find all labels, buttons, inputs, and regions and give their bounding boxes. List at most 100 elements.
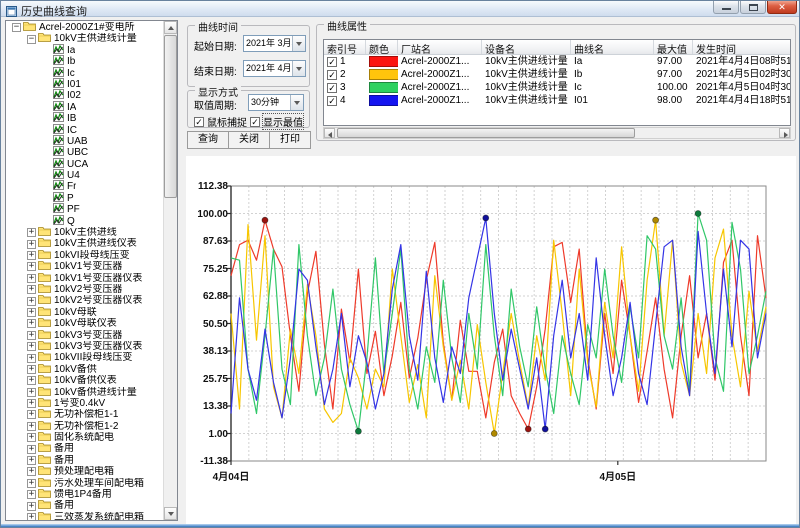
tree-item[interactable]: +10kV1号变压器仪表 [6,273,163,284]
tree-item[interactable]: +10kV备供进线计量 [6,387,163,398]
expand-icon[interactable]: + [27,376,36,385]
table-row[interactable]: ✓1Acrel-2000Z1...10kV主供进线计量Ia97.002021年4… [324,55,790,68]
expand-icon[interactable]: + [27,285,36,294]
tree-item[interactable]: +固化系统配电 [6,432,163,443]
tree-item[interactable]: IA [6,102,163,113]
chevron-down-icon[interactable] [290,95,303,110]
close-dialog-button[interactable]: 关闭 [228,131,270,149]
tree-item[interactable]: +10kV2号变压器仪表 [6,295,163,306]
tree-item[interactable]: +馈电1P4备用 [6,489,163,500]
expand-icon[interactable]: + [27,262,36,271]
tree-item[interactable]: +10kV1号变压器 [6,261,163,272]
expand-icon[interactable]: + [27,228,36,237]
tree-item[interactable]: I02 [6,90,163,101]
collapse-icon[interactable]: − [27,35,36,44]
tree-scrollbar[interactable] [163,21,177,520]
expand-icon[interactable]: + [27,354,36,363]
tree-item[interactable]: +无功补偿柜1-1 [6,409,163,420]
tree-item[interactable]: +10kV3号变压器仪表 [6,341,163,352]
expand-icon[interactable]: + [27,388,36,397]
expand-icon[interactable]: + [27,297,36,306]
expand-icon[interactable]: + [27,445,36,454]
tree-item[interactable]: +10kV3号变压器 [6,330,163,341]
table-hscrollbar-thumb[interactable] [337,128,635,138]
expand-icon[interactable]: + [27,274,36,283]
expand-icon[interactable]: + [27,467,36,476]
tree-item[interactable]: UAB [6,136,163,147]
period-select[interactable]: 30分钟 [248,94,304,111]
expand-icon[interactable]: + [27,433,36,442]
expand-icon[interactable]: + [27,513,36,520]
column-header[interactable]: 发生时间 [693,40,791,54]
tree-item[interactable]: Ib [6,56,163,67]
tree-item[interactable]: +10kVII段母线压变 [6,352,163,363]
start-date-select[interactable]: 2021年 3月30 [243,35,306,52]
chevron-down-icon[interactable] [292,36,305,51]
column-header[interactable]: 最大值 [654,40,693,54]
chevron-down-icon[interactable] [292,61,305,76]
tree-item[interactable]: +备用 [6,500,163,511]
query-button[interactable]: 查询 [187,131,229,149]
collapse-icon[interactable]: − [12,23,21,32]
scroll-down-icon[interactable] [164,507,177,520]
tree-item[interactable]: +10kV母联 [6,307,163,318]
column-header[interactable]: 颜色 [366,40,398,54]
print-button[interactable]: 打印 [269,131,311,149]
tree-item[interactable]: +10kVI段母线压变 [6,250,163,261]
expand-icon[interactable]: + [27,456,36,465]
column-header[interactable]: 索引号 [324,40,366,54]
tree-item[interactable]: U4 [6,170,163,181]
expand-icon[interactable]: + [27,422,36,431]
table-row[interactable]: ✓2Acrel-2000Z1...10kV主供进线计量Ib97.002021年4… [324,68,790,81]
tree-item[interactable]: IC [6,125,163,136]
tree-item[interactable]: +三效蒸发系统配电箱 [6,512,163,520]
scroll-left-icon[interactable] [324,128,335,138]
column-header[interactable]: 设备名 [482,40,571,54]
tree-item[interactable]: +备用 [6,455,163,466]
minimize-button[interactable] [713,1,739,14]
tree-item[interactable]: +10kV2号变压器 [6,284,163,295]
row-checkbox[interactable]: ✓ [327,96,337,106]
table-row[interactable]: ✓3Acrel-2000Z1...10kV主供进线计量Ic100.002021年… [324,81,790,94]
tree-item[interactable]: +预处理配电箱 [6,466,163,477]
tree-item[interactable]: +10kV备供仪表 [6,375,163,386]
tree-item[interactable]: +备用 [6,443,163,454]
tree-item[interactable]: +10kV备供 [6,364,163,375]
tree-item[interactable]: Q [6,216,163,227]
show-extremes-checkbox[interactable]: ✓ 显示最值 [250,114,303,129]
tree-scrollbar-thumb[interactable] [164,35,177,198]
close-button[interactable]: ✕ [767,1,797,14]
expand-icon[interactable]: + [27,240,36,249]
table-hscrollbar[interactable] [323,127,791,139]
tree-item[interactable]: +1号变0.4kV [6,398,163,409]
tree-item[interactable]: +10kV主供进线 [6,227,163,238]
table-row[interactable]: ✓4Acrel-2000Z1...10kV主供进线计量I0198.002021年… [324,94,790,107]
row-checkbox[interactable]: ✓ [327,83,337,93]
expand-icon[interactable]: + [27,342,36,351]
expand-icon[interactable]: + [27,319,36,328]
maximize-button[interactable] [740,1,766,14]
expand-icon[interactable]: + [27,490,36,499]
expand-icon[interactable]: + [27,479,36,488]
tree-item[interactable]: +10kV母联仪表 [6,318,163,329]
mouse-capture-checkbox[interactable]: ✓ 鼠标捕捉 [194,114,247,129]
tree-item[interactable]: PF [6,204,163,215]
tree-item[interactable]: −10kV主供进线计量 [6,33,163,44]
expand-icon[interactable]: + [27,502,36,511]
row-checkbox[interactable]: ✓ [327,57,337,67]
tree-item[interactable]: UBC [6,147,163,158]
column-header[interactable]: 厂站名 [398,40,482,54]
end-date-select[interactable]: 2021年 4月14 [243,60,306,77]
tree-item[interactable]: Ic [6,68,163,79]
tree-item[interactable]: P [6,193,163,204]
tree-item[interactable]: +污水处理车间配电箱 [6,478,163,489]
trend-chart-plot[interactable] [186,156,796,496]
row-checkbox[interactable]: ✓ [327,70,337,80]
tree-item[interactable]: −Acrel-2000Z1#变电所 [6,22,163,33]
expand-icon[interactable]: + [27,331,36,340]
tree-item[interactable]: Ia [6,45,163,56]
tree-item[interactable]: +10kV主供进线仪表 [6,238,163,249]
expand-icon[interactable]: + [27,410,36,419]
titlebar[interactable]: 历史曲线查询 ✕ [1,1,799,17]
tree-item[interactable]: UCA [6,159,163,170]
